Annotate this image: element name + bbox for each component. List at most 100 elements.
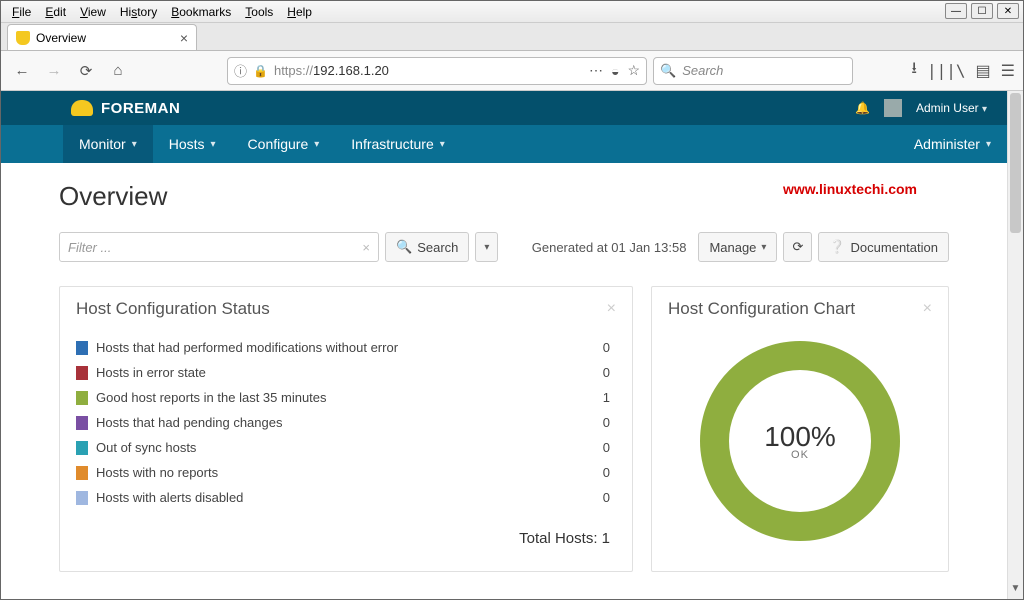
- status-row[interactable]: Hosts that had performed modifications w…: [76, 335, 616, 360]
- menu-file[interactable]: File: [5, 3, 38, 21]
- status-swatch: [76, 341, 88, 355]
- tab-close-icon[interactable]: ×: [180, 30, 188, 46]
- tab-title: Overview: [36, 31, 86, 45]
- nav-configure[interactable]: Configure▾: [232, 125, 336, 163]
- nav-hosts[interactable]: Hosts▾: [153, 125, 232, 163]
- status-value: 1: [603, 390, 616, 405]
- filter-input[interactable]: Filter ... ×: [59, 232, 379, 262]
- menu-tools[interactable]: Tools: [238, 3, 280, 21]
- watermark-text: www.linuxtechi.com: [783, 181, 917, 197]
- documentation-button[interactable]: ❔Documentation: [818, 232, 949, 262]
- vertical-scrollbar[interactable]: ▲ ▼: [1007, 91, 1023, 599]
- status-value: 0: [603, 440, 616, 455]
- nav-administer[interactable]: Administer▾: [898, 125, 1007, 163]
- nav-monitor[interactable]: Monitor▾: [63, 125, 153, 163]
- browser-tabstrip: Overview ×: [1, 23, 1023, 51]
- bookmark-star-icon[interactable]: ☆: [627, 62, 640, 79]
- browser-search-input[interactable]: 🔍 Search: [653, 57, 853, 85]
- panel-title: Host Configuration Chart: [668, 299, 855, 319]
- status-row[interactable]: Hosts with alerts disabled 0: [76, 485, 616, 510]
- avatar-icon: [884, 99, 902, 117]
- search-dropdown-button[interactable]: ▾: [475, 232, 498, 262]
- nav-infrastructure[interactable]: Infrastructure▾: [335, 125, 461, 163]
- status-label: Good host reports in the last 35 minutes: [96, 390, 327, 405]
- status-label: Hosts in error state: [96, 365, 206, 380]
- donut-chart: 100% OK: [700, 341, 900, 541]
- generated-at-text: Generated at 01 Jan 13:58: [532, 240, 687, 255]
- status-value: 0: [603, 340, 616, 355]
- search-icon: 🔍: [660, 63, 676, 79]
- url-more-icon[interactable]: ⋯: [589, 62, 603, 79]
- menu-view[interactable]: View: [73, 3, 113, 21]
- status-row[interactable]: Good host reports in the last 35 minutes…: [76, 385, 616, 410]
- info-icon[interactable]: ⓘ: [234, 61, 247, 80]
- nav-back-button[interactable]: ←: [9, 58, 35, 84]
- window-maximize-button[interactable]: ☐: [971, 3, 993, 19]
- status-value: 0: [603, 465, 616, 480]
- window-minimize-button[interactable]: —: [945, 3, 967, 19]
- menu-help[interactable]: Help: [280, 3, 319, 21]
- sidebar-icon[interactable]: ▤: [976, 61, 991, 81]
- panel-close-icon[interactable]: ×: [607, 300, 616, 318]
- total-hosts-label: Total Hosts: 1: [60, 522, 632, 561]
- status-row[interactable]: Out of sync hosts 0: [76, 435, 616, 460]
- os-menubar: File Edit View History Bookmarks Tools H…: [1, 1, 1023, 23]
- host-config-status-panel: Host Configuration Status × Hosts that h…: [59, 286, 633, 572]
- downloads-icon[interactable]: ⭳: [911, 57, 917, 84]
- hamburger-menu-icon[interactable]: ☰: [1001, 61, 1015, 81]
- status-label: Hosts with alerts disabled: [96, 490, 243, 505]
- status-swatch: [76, 441, 88, 455]
- lock-icon: 🔒: [253, 64, 268, 78]
- status-label: Hosts with no reports: [96, 465, 218, 480]
- pocket-icon[interactable]: ◒: [611, 63, 619, 79]
- status-label: Hosts that had performed modifications w…: [96, 340, 398, 355]
- favicon-icon: [16, 31, 30, 45]
- status-label: Hosts that had pending changes: [96, 415, 282, 430]
- menu-edit[interactable]: Edit: [38, 3, 73, 21]
- status-row[interactable]: Hosts in error state 0: [76, 360, 616, 385]
- window-close-button[interactable]: ✕: [997, 3, 1019, 19]
- nav-reload-button[interactable]: ⟳: [73, 58, 99, 84]
- user-menu[interactable]: Admin User ▾: [916, 101, 987, 115]
- menu-history[interactable]: History: [113, 3, 164, 21]
- status-value: 0: [603, 365, 616, 380]
- brand-label: FOREMAN: [101, 100, 180, 117]
- status-row[interactable]: Hosts that had pending changes 0: [76, 410, 616, 435]
- status-value: 0: [603, 415, 616, 430]
- notifications-icon[interactable]: 🔔: [855, 101, 870, 115]
- nav-home-button[interactable]: ⌂: [105, 58, 131, 84]
- url-bar[interactable]: ⓘ 🔒 https://192.168.1.20 ⋯ ◒ ☆: [227, 57, 647, 85]
- nav-forward-button[interactable]: →: [41, 58, 67, 84]
- filter-placeholder: Filter ...: [68, 240, 111, 255]
- scroll-thumb[interactable]: [1010, 93, 1021, 233]
- primary-nav: Monitor▾ Hosts▾ Configure▾ Infrastructur…: [1, 125, 1007, 163]
- helmet-icon: [71, 100, 93, 116]
- browser-tab-active[interactable]: Overview ×: [7, 24, 197, 50]
- search-button[interactable]: 🔍Search: [385, 232, 469, 262]
- status-swatch: [76, 366, 88, 380]
- url-text: https://192.168.1.20: [274, 63, 583, 78]
- app-header: FOREMAN 🔔 Admin User ▾: [1, 91, 1007, 125]
- status-swatch: [76, 491, 88, 505]
- status-value: 0: [603, 490, 616, 505]
- donut-status-label: OK: [791, 449, 809, 461]
- status-label: Out of sync hosts: [96, 440, 196, 455]
- help-icon: ❔: [829, 239, 845, 255]
- manage-button[interactable]: Manage ▾: [698, 232, 777, 262]
- status-swatch: [76, 416, 88, 430]
- panel-close-icon[interactable]: ×: [923, 300, 932, 318]
- brand[interactable]: FOREMAN: [71, 100, 180, 117]
- menu-bookmarks[interactable]: Bookmarks: [164, 3, 238, 21]
- status-row[interactable]: Hosts with no reports 0: [76, 460, 616, 485]
- refresh-icon: ⟳: [792, 239, 803, 255]
- browser-toolbar: ← → ⟳ ⌂ ⓘ 🔒 https://192.168.1.20 ⋯ ◒ ☆ 🔍…: [1, 51, 1023, 91]
- library-icon[interactable]: |||\: [927, 61, 966, 80]
- scroll-down-icon[interactable]: ▼: [1008, 583, 1023, 599]
- panel-title: Host Configuration Status: [76, 299, 270, 319]
- filter-clear-icon[interactable]: ×: [362, 240, 370, 255]
- status-swatch: [76, 466, 88, 480]
- host-config-chart-panel: Host Configuration Chart × 100% OK: [651, 286, 949, 572]
- status-swatch: [76, 391, 88, 405]
- refresh-button[interactable]: ⟳: [783, 232, 812, 262]
- search-icon: 🔍: [396, 239, 412, 255]
